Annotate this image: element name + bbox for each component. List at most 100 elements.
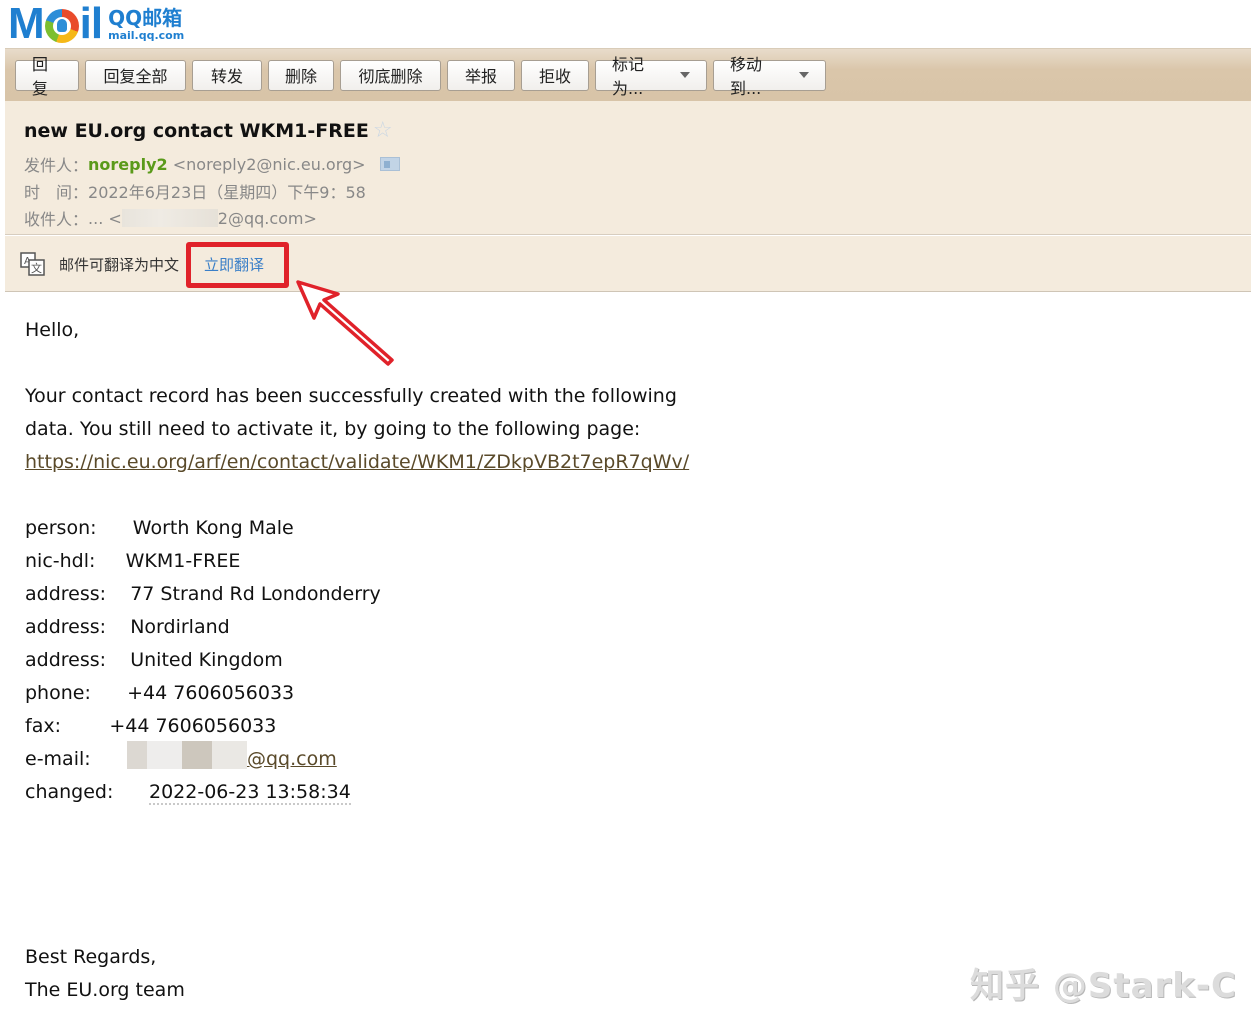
watermark: 知乎 @Stark-C: [970, 966, 1237, 1006]
changed-value: 2022-06-23 13:58:34: [149, 776, 351, 809]
reject-label: 拒收: [538, 67, 571, 86]
field-row-person: person: Worth Kong Male: [25, 512, 689, 545]
reply-all-button[interactable]: 回复全部: [85, 59, 186, 91]
field-label: e-mail:: [25, 748, 91, 770]
field-label: changed:: [25, 781, 114, 803]
field-value: Nordirland: [130, 616, 230, 638]
changed-date: 2022-06-23 13:58:34: [149, 781, 351, 805]
field-label: address:: [25, 649, 107, 671]
to-prefix: ... <: [88, 208, 122, 228]
field-label: person:: [25, 517, 97, 539]
field-spacer: [97, 512, 133, 545]
mark-as-dropdown[interactable]: 标记为...: [595, 55, 707, 98]
mail-subject: new EU.org contact WKM1-FREE ☆: [24, 118, 393, 143]
field-label: phone:: [25, 682, 91, 704]
sender-email: <noreply2@nic.eu.org>: [167, 154, 366, 174]
from-row: 发件人： noreply2 <noreply2@nic.eu.org>: [24, 152, 400, 176]
permanent-delete-label: 彻底删除: [358, 67, 423, 86]
mark-as-label: 标记为...: [612, 55, 645, 98]
annotation-highlight-box: [186, 242, 289, 288]
mail-header: new EU.org contact WKM1-FREE ☆ 发件人： nore…: [5, 101, 1251, 235]
reply-all-label: 回复全部: [103, 67, 168, 86]
field-row-nic-hdl: nic-hdl: WKM1-FREE: [25, 545, 689, 578]
translate-icon: A 文: [20, 252, 45, 276]
mail-toolbar: 回复 回复全部 转发 删除 彻底删除 举报 拒收 标记为... 移动到...: [5, 48, 1251, 101]
field-label: nic-hdl:: [25, 550, 96, 572]
closing: Best Regards,: [25, 946, 157, 968]
field-row-fax: fax: +44 7606056033: [25, 710, 689, 743]
validation-link[interactable]: https://nic.eu.org/arf/en/contact/valida…: [25, 451, 689, 473]
qq-mail-logo[interactable]: M il QQ邮箱 mail.qq.com: [8, 2, 184, 46]
forward-button[interactable]: 转发: [192, 59, 262, 91]
field-spacer: [106, 644, 130, 677]
forward-label: 转发: [210, 67, 243, 86]
mail-body: Hello, Your contact record has been succ…: [25, 314, 689, 1007]
time-label: 时 间：: [24, 183, 89, 202]
field-row-changed: changed: 2022-06-23 13:58:34: [25, 776, 689, 809]
field-value: +44 7606056033: [127, 682, 295, 704]
logo-letters-il: il: [79, 0, 103, 48]
reply-button[interactable]: 回复: [15, 55, 79, 98]
logo-letter-m: M: [8, 0, 45, 48]
reject-button[interactable]: 拒收: [521, 59, 589, 91]
field-row-address: address: Nordirland: [25, 611, 689, 644]
logo-text: QQ邮箱 mail.qq.com: [108, 8, 184, 41]
move-to-label: 移动到...: [730, 55, 763, 98]
move-to-dropdown[interactable]: 移动到...: [713, 55, 826, 98]
permanent-delete-button[interactable]: 彻底删除: [340, 59, 441, 91]
field-value: Worth Kong Male: [132, 517, 294, 539]
field-value: United Kingdom: [130, 649, 283, 671]
svg-text:文: 文: [31, 261, 42, 275]
field-spacer: [95, 545, 125, 578]
validation-link-row: https://nic.eu.org/arf/en/contact/valida…: [25, 446, 689, 479]
to-label: 收件人：: [24, 210, 89, 229]
from-label: 发件人：: [24, 156, 89, 175]
field-value: 77 Strand Rd Londonderry: [130, 583, 381, 605]
contact-card-icon[interactable]: [379, 157, 400, 171]
field-label: address:: [25, 616, 107, 638]
star-icon[interactable]: ☆: [373, 118, 393, 143]
subject-text: new EU.org contact WKM1-FREE: [24, 119, 369, 142]
report-label: 举报: [464, 67, 497, 86]
field-value: +44 7606056033: [109, 715, 277, 737]
time-row: 时 间： 2022年6月23日（星期四）下午9：58: [24, 179, 366, 203]
logo-cn-name: QQ邮箱: [108, 5, 183, 30]
logo-url: mail.qq.com: [108, 28, 185, 42]
field-label: fax:: [25, 715, 61, 737]
time-value: 2022年6月23日（星期四）下午9：58: [88, 183, 366, 202]
translate-prompt: 邮件可翻译为中文: [59, 256, 180, 274]
field-spacer: [61, 710, 109, 743]
report-button[interactable]: 举报: [447, 59, 515, 91]
delete-label: 删除: [285, 67, 318, 86]
greeting: Hello,: [25, 319, 80, 341]
redacted-email: [127, 741, 247, 769]
paragraph-line-1: Your contact record has been successfull…: [25, 385, 677, 407]
field-spacer: [91, 677, 127, 710]
field-label: address:: [25, 583, 107, 605]
delete-button[interactable]: 删除: [268, 59, 334, 91]
paragraph-line-2: data. You still need to activate it, by …: [25, 418, 641, 440]
logo-penguin-icon: [44, 9, 79, 43]
redacted-recipient: [121, 209, 218, 227]
field-spacer: [106, 578, 130, 611]
field-spacer: [106, 611, 130, 644]
to-suffix: 2@qq.com>: [217, 208, 317, 228]
field-row-address: address: 77 Strand Rd Londonderry: [25, 578, 689, 611]
chevron-down-icon: [680, 72, 690, 78]
field-row-address: address: United Kingdom: [25, 644, 689, 677]
field-value: WKM1-FREE: [125, 550, 241, 572]
field-row-phone: phone: +44 7606056033: [25, 677, 689, 710]
email-link[interactable]: @qq.com: [247, 743, 337, 776]
reply-label: 回复: [32, 55, 49, 98]
sender-name[interactable]: noreply2: [88, 155, 168, 174]
chevron-down-icon: [799, 72, 809, 78]
field-row-email: e-mail: @qq.com: [25, 741, 689, 776]
to-row: 收件人： ... < 2@qq.com>: [24, 206, 317, 230]
signature: The EU.org team: [25, 979, 185, 1001]
